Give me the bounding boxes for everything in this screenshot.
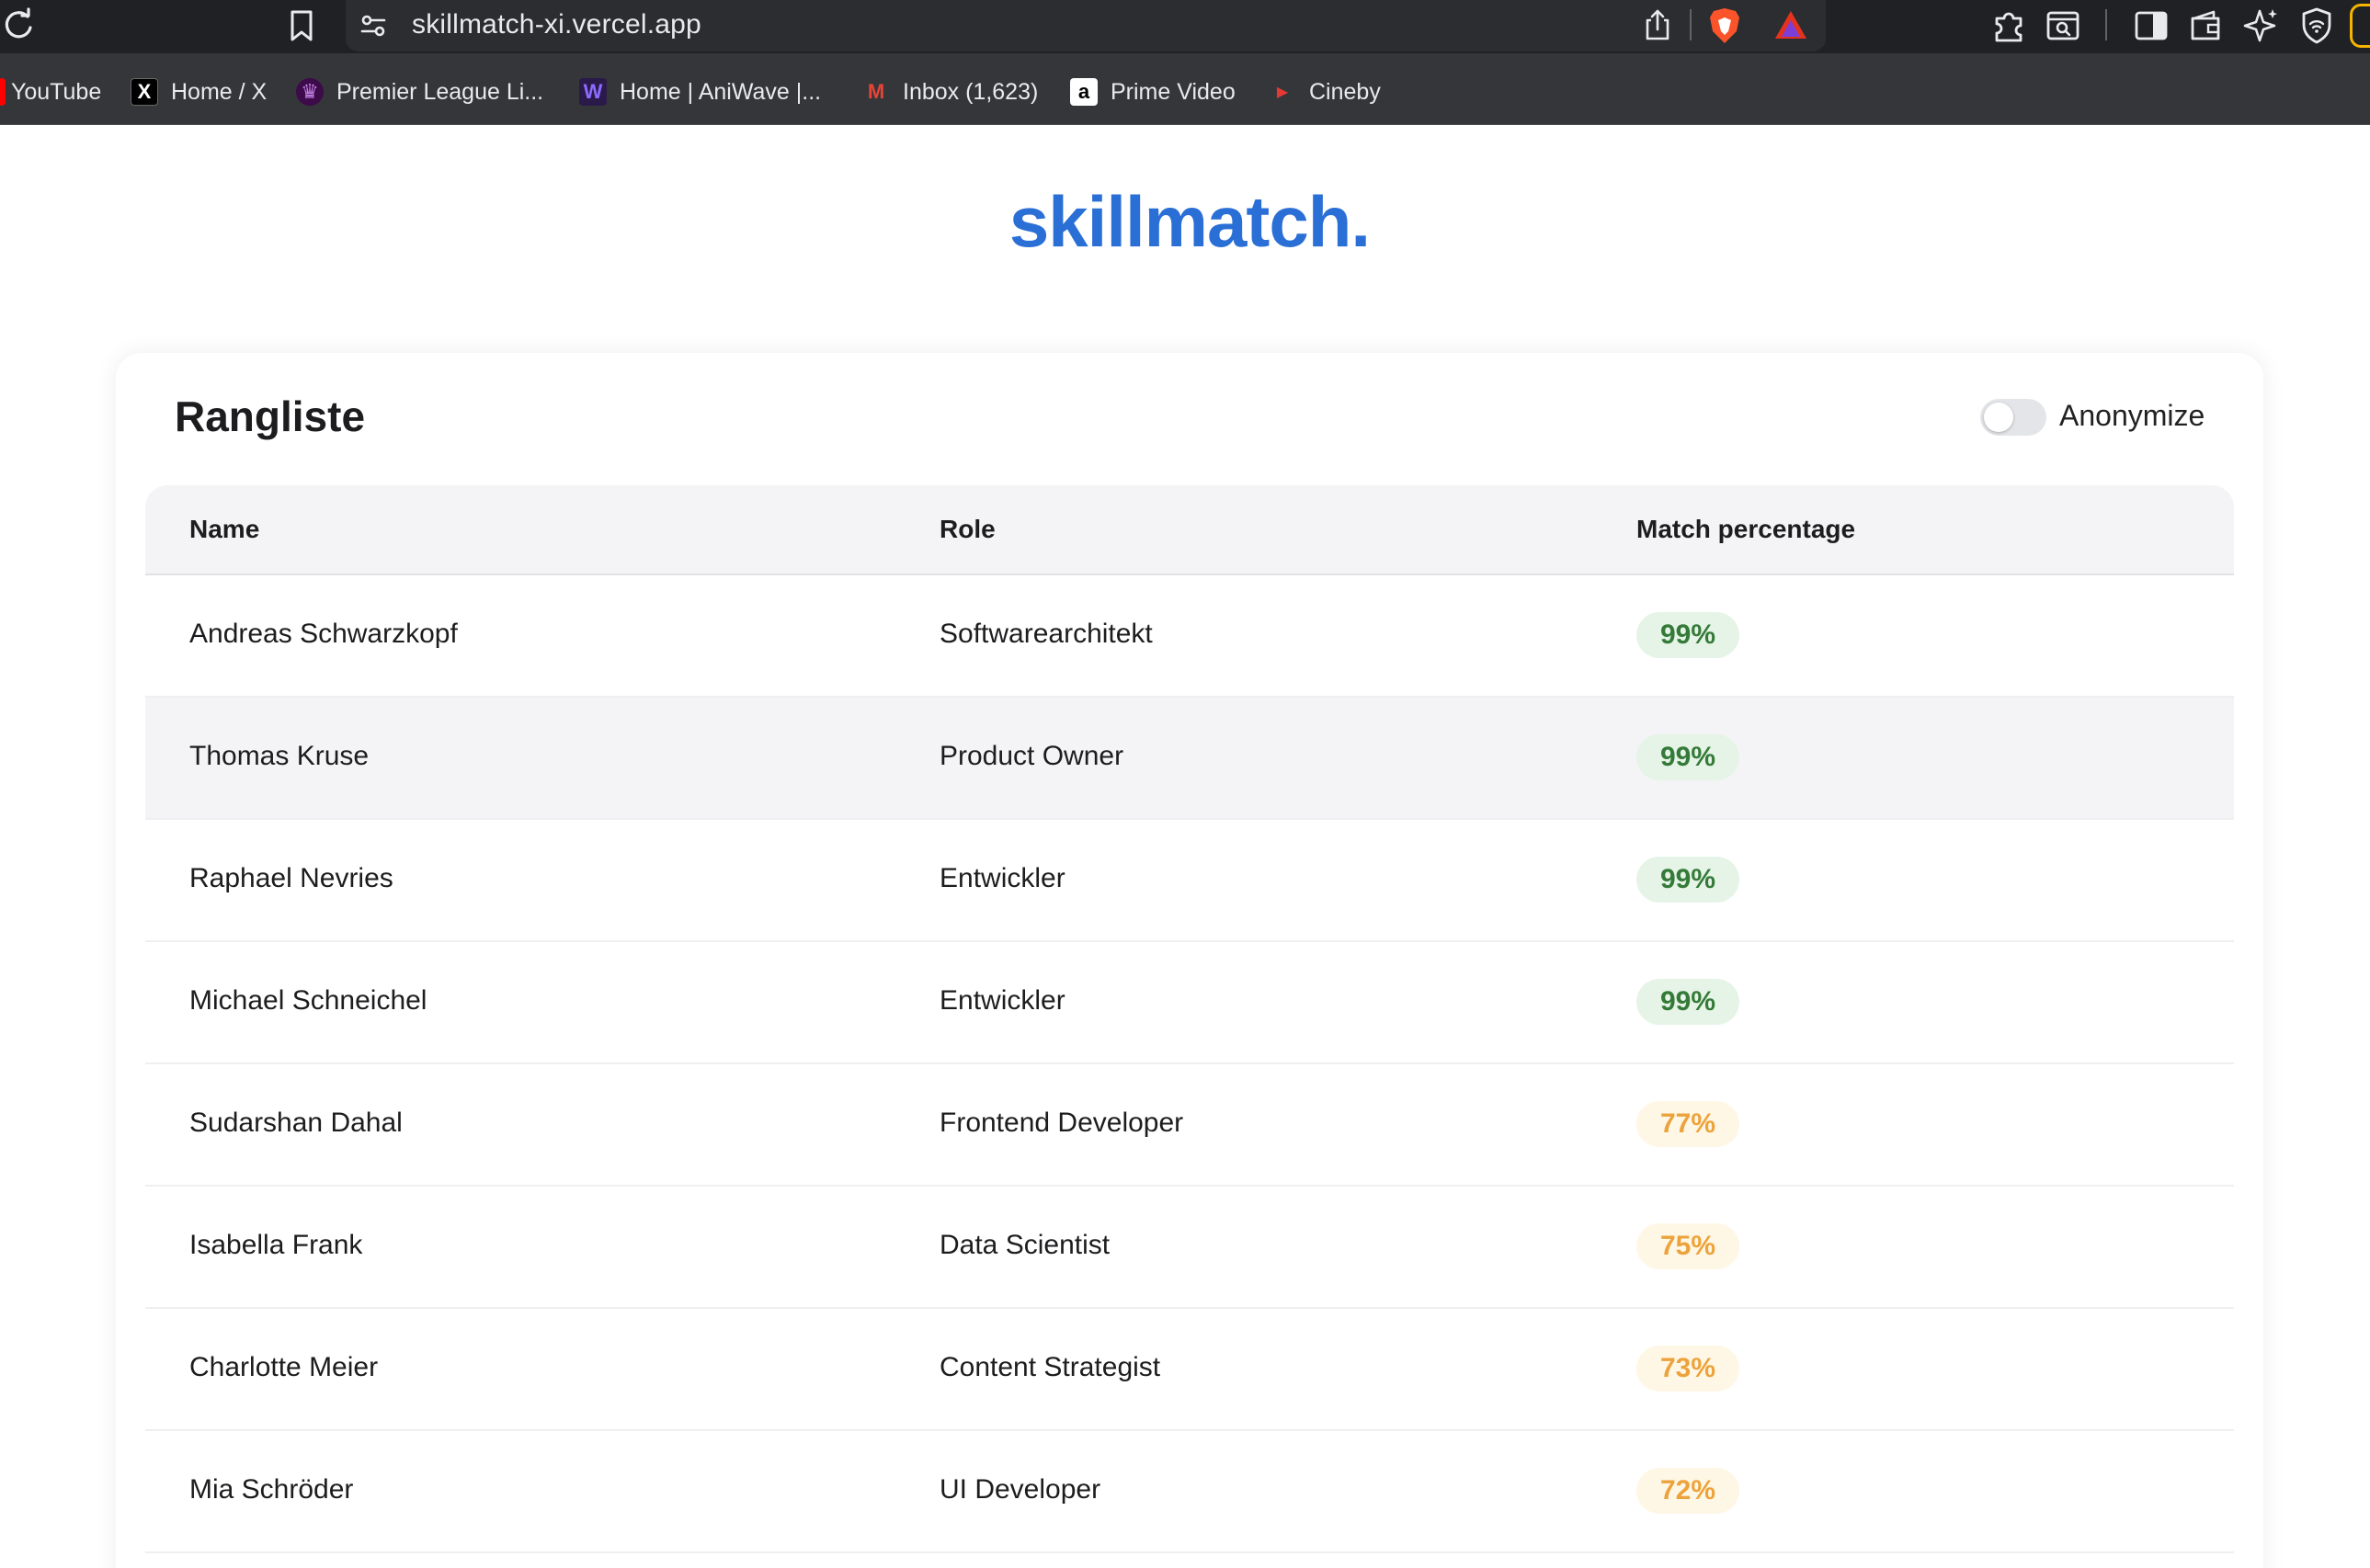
- candidate-name: Raphael Nevries: [189, 863, 393, 893]
- table-row[interactable]: Isabella Frank Data Scientist 75%: [145, 1187, 2234, 1309]
- bookmark-prime-video[interactable]: a Prime Video: [1070, 74, 1236, 110]
- toolbar-divider: [2105, 9, 2107, 40]
- table-row[interactable]: Sudarshan Dahal Frontend Developer 77%: [145, 1064, 2234, 1187]
- bookmark-label: Home / X: [171, 78, 268, 105]
- wallet-icon[interactable]: [2186, 6, 2227, 46]
- site-settings-icon[interactable]: [357, 9, 390, 42]
- address-bar-divider: [1690, 9, 1692, 40]
- candidate-role: Entwickler: [940, 863, 1065, 893]
- gmail-icon: M: [867, 80, 885, 103]
- premier-league-icon: ♛: [296, 78, 324, 106]
- brave-rewards-icon[interactable]: [1772, 7, 1809, 42]
- sidebar-toggle-icon[interactable]: [2131, 6, 2171, 46]
- column-header-role[interactable]: Role: [940, 515, 996, 544]
- bookmark-icon[interactable]: [285, 7, 318, 44]
- candidate-name: Thomas Kruse: [189, 741, 370, 771]
- bookmark-label: YouTube: [11, 78, 102, 105]
- ranking-card: Rangliste Anonymize Name Role Match perc…: [116, 353, 2263, 1568]
- column-header-name[interactable]: Name: [189, 515, 259, 544]
- bookmark-premier-league[interactable]: ♛ Premier League Li...: [296, 74, 543, 110]
- address-bar[interactable]: skillmatch-xi.vercel.app: [346, 0, 1826, 51]
- candidate-name: Mia Schröder: [189, 1474, 354, 1505]
- profile-avatar[interactable]: [2350, 4, 2370, 48]
- match-badge: 75%: [1636, 1223, 1739, 1269]
- reload-icon[interactable]: [0, 6, 37, 42]
- table-row[interactable]: Charlotte Meier Content Strategist 73%: [145, 1309, 2234, 1431]
- match-badge: 72%: [1636, 1468, 1739, 1514]
- match-badge: 73%: [1636, 1346, 1739, 1392]
- candidate-role: Entwickler: [940, 985, 1065, 1016]
- candidate-name: Charlotte Meier: [189, 1352, 379, 1382]
- candidate-name: Isabella Frank: [189, 1230, 363, 1260]
- bookmark-label: Prime Video: [1111, 78, 1236, 105]
- match-badge: 99%: [1636, 734, 1739, 780]
- share-icon[interactable]: [1642, 7, 1673, 42]
- url-text[interactable]: skillmatch-xi.vercel.app: [412, 9, 701, 40]
- table-header: Name Role Match percentage: [145, 485, 2234, 575]
- extensions-icon[interactable]: [1989, 6, 2030, 46]
- candidate-role: UI Developer: [940, 1474, 1101, 1505]
- bookmark-aniwave[interactable]: W Home | AniWave |...: [579, 74, 821, 110]
- aniwave-icon: W: [579, 78, 607, 106]
- column-header-match[interactable]: Match percentage: [1636, 515, 1855, 544]
- candidate-name: Michael Schneichel: [189, 985, 427, 1016]
- bookmark-cineby[interactable]: ▶ Cineby: [1269, 74, 1381, 110]
- bookmark-label: Cineby: [1309, 78, 1381, 105]
- candidate-role: Product Owner: [940, 741, 1124, 771]
- table-row[interactable]: Andreas Schwarzkopf Softwarearchitekt 99…: [145, 575, 2234, 698]
- leo-ai-icon[interactable]: [2241, 6, 2282, 46]
- browser-toolbar: skillmatch-xi.vercel.app: [0, 0, 2370, 53]
- anonymize-label: Anonymize: [2059, 399, 2205, 432]
- candidate-role: Softwarearchitekt: [940, 619, 1153, 649]
- bookmark-youtube[interactable]: YouTube: [0, 74, 101, 110]
- page-title: Rangliste: [175, 392, 366, 440]
- brave-shields-icon[interactable]: [1706, 6, 1743, 46]
- bookmark-label: Premier League Li...: [336, 78, 544, 105]
- candidate-name: Andreas Schwarzkopf: [189, 619, 458, 649]
- ranking-table: Name Role Match percentage Andreas Schwa…: [145, 485, 2234, 1553]
- bookmark-label: Inbox (1,623): [903, 78, 1039, 105]
- candidate-name: Sudarshan Dahal: [189, 1108, 403, 1138]
- table-row[interactable]: Mia Schröder UI Developer 72%: [145, 1431, 2234, 1553]
- candidate-role: Frontend Developer: [940, 1108, 1184, 1138]
- match-badge: 99%: [1636, 857, 1739, 903]
- anonymize-toggle[interactable]: [1980, 399, 2046, 436]
- cineby-icon: ▶: [1276, 85, 1289, 100]
- candidate-role: Content Strategist: [940, 1352, 1161, 1382]
- x-icon: X: [131, 78, 158, 106]
- table-row[interactable]: Michael Schneichel Entwickler 99%: [145, 942, 2234, 1064]
- candidate-role: Data Scientist: [940, 1230, 1111, 1260]
- table-row[interactable]: Raphael Nevries Entwickler 99%: [145, 820, 2234, 942]
- bookmark-label: Home | AniWave |...: [620, 78, 822, 105]
- match-badge: 77%: [1636, 1101, 1739, 1147]
- toggle-knob: [1984, 403, 2013, 432]
- table-row[interactable]: Thomas Kruse Product Owner 99%: [145, 698, 2234, 820]
- app-logo[interactable]: skillmatch.: [0, 180, 2370, 264]
- bookmark-gmail[interactable]: M Inbox (1,623): [862, 74, 1039, 110]
- match-badge: 99%: [1636, 979, 1739, 1025]
- youtube-icon: [0, 78, 6, 106]
- page-search-icon[interactable]: [2043, 6, 2083, 46]
- bookmark-x[interactable]: X Home / X: [131, 74, 267, 110]
- vpn-shield-icon[interactable]: [2296, 6, 2337, 46]
- match-badge: 99%: [1636, 612, 1739, 658]
- amazon-icon: a: [1070, 78, 1098, 106]
